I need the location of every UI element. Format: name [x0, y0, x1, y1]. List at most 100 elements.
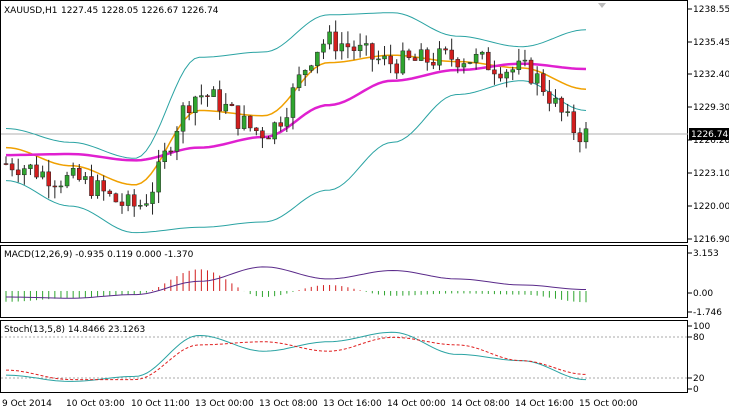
- candle-body: [156, 161, 161, 193]
- current-price-label: 1226.74: [691, 130, 728, 140]
- time-label: 13 Oct 08:00: [259, 399, 318, 409]
- stoch-lines: [5, 331, 587, 382]
- stoch-tick: 100: [693, 322, 710, 332]
- candle-body: [83, 176, 88, 180]
- candle-body: [309, 65, 314, 71]
- candle-body: [144, 203, 149, 206]
- candle-body: [58, 185, 64, 188]
- candle-body: [119, 201, 125, 206]
- price-tick: 1238.55: [693, 5, 729, 15]
- candle-body: [22, 168, 27, 176]
- candle-body: [64, 175, 70, 187]
- candle-body: [370, 43, 375, 60]
- candle-body: [284, 117, 290, 127]
- time-label: 14 Oct 00:00: [387, 399, 446, 409]
- candle-body: [272, 122, 277, 140]
- price-tick: 1229.30: [693, 103, 729, 113]
- candle-body: [3, 163, 9, 165]
- candle-body: [278, 122, 283, 127]
- macd-tick: 3.153: [693, 249, 719, 259]
- candle-body: [180, 105, 186, 132]
- candle-body: [40, 171, 45, 178]
- time-label: 13 Oct 16:00: [323, 399, 382, 409]
- candle-body: [425, 49, 430, 63]
- candle-body: [113, 193, 119, 203]
- candle-body: [138, 205, 143, 207]
- candle-body: [437, 48, 442, 66]
- candle-body: [553, 97, 558, 104]
- candle-body: [522, 59, 528, 62]
- scroll-marker-icon[interactable]: [598, 3, 606, 8]
- bollinger-upper-line: [5, 12, 587, 159]
- candle-body: [528, 59, 534, 84]
- candle-body: [486, 51, 491, 71]
- candle-body: [302, 70, 308, 76]
- candle-body: [52, 185, 58, 188]
- price-overlays: [5, 12, 587, 234]
- candle-body: [95, 180, 100, 196]
- candle-body: [571, 111, 577, 134]
- candle-body: [9, 163, 15, 171]
- candle-body: [235, 105, 241, 129]
- price-tick: 1223.10: [693, 169, 729, 179]
- candle-body: [363, 43, 369, 46]
- stoch-main-line: [5, 331, 587, 382]
- candle-body: [186, 105, 192, 114]
- candle-body: [455, 59, 461, 68]
- price-tick: 1235.45: [693, 38, 729, 48]
- candle-body: [534, 73, 540, 84]
- candle-body: [247, 115, 253, 129]
- candle-body: [345, 43, 351, 48]
- candle-body: [492, 69, 497, 75]
- macd-axis: 3.153 0.00 -1.746: [688, 249, 722, 318]
- candle-body: [412, 57, 418, 61]
- time-label: 14 Oct 08:00: [451, 399, 510, 409]
- candle-body: [211, 89, 216, 97]
- candle-body: [28, 164, 33, 169]
- candle-body: [321, 43, 326, 53]
- candle-body: [443, 48, 448, 51]
- candle-body: [315, 51, 320, 66]
- candle-body: [510, 69, 515, 73]
- candle-body: [541, 73, 546, 92]
- candle-body: [174, 130, 180, 152]
- time-axis: 9 Oct 2014 10 Oct 03:00 10 Oct 11:00 13 …: [2, 399, 638, 409]
- candle-body: [101, 180, 106, 192]
- time-label: 10 Oct 03:00: [66, 399, 125, 409]
- candle-body: [199, 95, 204, 98]
- candle-body: [34, 164, 39, 178]
- candle-body: [290, 87, 296, 118]
- candle-body: [418, 49, 424, 61]
- candle-body: [150, 191, 155, 204]
- candle-body: [131, 194, 137, 207]
- candle-body: [229, 103, 235, 106]
- macd-signal: [6, 266, 586, 299]
- time-label: 9 Oct 2014: [2, 399, 52, 409]
- candle-body: [89, 176, 94, 196]
- stoch-axis: 100 80 20 0: [688, 322, 710, 395]
- candle-body: [473, 53, 479, 63]
- candle-body: [351, 46, 357, 51]
- candle-body: [376, 58, 381, 61]
- candle-body: [400, 50, 406, 74]
- candle-body: [77, 168, 82, 180]
- candle-body: [449, 49, 454, 60]
- candle-body: [498, 73, 503, 79]
- candle-body: [296, 74, 302, 88]
- candle-body: [357, 44, 363, 51]
- stoch-tick: 80: [693, 333, 705, 343]
- candle-body: [394, 63, 399, 74]
- candle-body: [516, 60, 522, 70]
- stoch-label: Stoch(13,5,8) 14.8466 23.1263: [4, 325, 145, 335]
- time-label: 14 Oct 16:00: [515, 399, 574, 409]
- candle-body: [162, 150, 167, 163]
- candle-body: [125, 194, 131, 206]
- price-panel-frame: [0, 0, 688, 243]
- stoch-tick: 0: [693, 385, 699, 395]
- candle-body: [15, 169, 21, 176]
- candle-body: [577, 132, 583, 143]
- candle-body: [168, 150, 174, 153]
- macd-tick: -1.746: [693, 308, 722, 318]
- candle-body: [223, 103, 229, 112]
- time-label: 13 Oct 00:00: [195, 399, 254, 409]
